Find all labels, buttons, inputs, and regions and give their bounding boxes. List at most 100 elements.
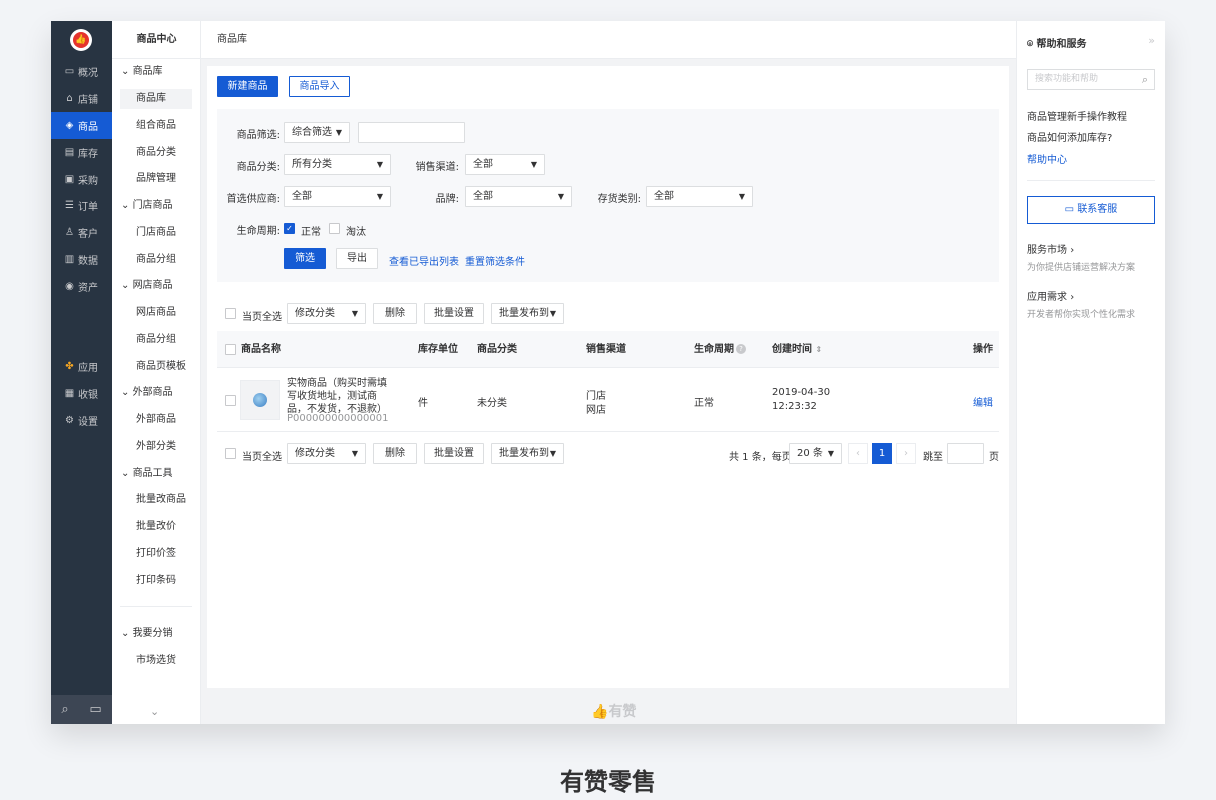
help-link-add-stock[interactable]: 商品如何添加库存? — [1027, 129, 1112, 144]
header-checkbox[interactable] — [225, 344, 236, 355]
subnav-item-external-goods[interactable]: 外部商品 — [120, 410, 192, 430]
chevron-down-icon: ⌄ — [121, 628, 133, 639]
edit-link[interactable]: 编辑 — [973, 394, 993, 409]
caret-down-icon: ▼ — [376, 160, 383, 169]
batch-publish-select[interactable]: 批量发布到 ▼ — [491, 303, 564, 324]
subnav-item-print-price-tag[interactable]: 打印价签 — [120, 544, 192, 564]
collapse-icon[interactable]: » — [1148, 34, 1155, 47]
stock-type-select[interactable]: 全部 ▼ — [646, 186, 753, 207]
sidebar-item-label: 库存 — [78, 149, 98, 160]
batch-settings-button[interactable]: 批量设置 — [424, 443, 484, 464]
subnav-item-online-goods[interactable]: 网店商品 — [120, 303, 192, 323]
new-goods-button[interactable]: 新建商品 — [217, 76, 278, 97]
batch-publish-select[interactable]: 批量发布到 ▼ — [491, 443, 564, 464]
subnav-item-goods-category[interactable]: 商品分类 — [120, 143, 192, 163]
view-exports-link[interactable]: 查看已导出列表 — [389, 253, 459, 268]
lifecycle-label: 生命周期: — [236, 226, 280, 237]
channel-select[interactable]: 全部 ▼ — [465, 154, 545, 175]
modify-category-select[interactable]: 修改分类 ▼ — [287, 303, 366, 324]
select-all-label: 当页全选 — [242, 452, 282, 463]
app-request-link[interactable]: 应用需求 › — [1027, 288, 1074, 303]
subnav-item-batch-price[interactable]: 批量改价 — [120, 517, 192, 537]
subnav-item-store-goods[interactable]: 门店商品 — [120, 223, 192, 243]
brand-logo[interactable]: 👍 — [70, 29, 92, 51]
sidebar-item-purchase[interactable]: ▣ 采购 — [51, 166, 112, 193]
sidebar-item-cashier[interactable]: ▦ 收银 — [51, 380, 112, 407]
sidebar-item-label: 商品 — [78, 122, 98, 133]
supplier-select[interactable]: 全部 ▼ — [284, 186, 391, 207]
sidebar-item-customers[interactable]: ♙ 客户 — [51, 219, 112, 246]
prev-page-button[interactable]: ‹ — [848, 443, 868, 464]
goods-filter-select[interactable]: 综合筛选 ▼ — [284, 122, 350, 143]
subnav-item-combo-goods[interactable]: 组合商品 — [120, 116, 192, 136]
divider — [1027, 180, 1155, 181]
select-all-checkbox[interactable] — [225, 448, 236, 459]
modify-category-select[interactable]: 修改分类 ▼ — [287, 443, 366, 464]
subnav-item-external-category[interactable]: 外部分类 — [120, 437, 192, 457]
sidebar-item-goods[interactable]: ◈ 商品 — [51, 112, 112, 139]
delete-button[interactable]: 删除 — [373, 303, 417, 324]
sidebar-item-data[interactable]: ▥ 数据 — [51, 246, 112, 273]
help-center-link[interactable]: 帮助中心 — [1027, 151, 1067, 166]
search-icon[interactable]: ⌕ — [61, 702, 68, 717]
sidebar-item-settings[interactable]: ⚙ 设置 — [51, 407, 112, 434]
nav-group-online-goods[interactable]: ⌄ 网店商品 — [121, 278, 173, 294]
subnav-item-goods-library[interactable]: 商品库 — [120, 89, 192, 109]
batch-settings-button[interactable]: 批量设置 — [424, 303, 484, 324]
page-1-button[interactable]: 1 — [872, 443, 892, 464]
lifecycle-obsolete-checkbox[interactable] — [329, 223, 340, 234]
import-goods-button[interactable]: 商品导入 — [289, 76, 350, 97]
product-thumbnail[interactable] — [240, 380, 280, 420]
nav-group-external-goods[interactable]: ⌄ 外部商品 — [121, 385, 173, 401]
sidebar-item-assets[interactable]: ◉ 资产 — [51, 273, 112, 300]
sidebar-item-label: 订单 — [78, 202, 98, 213]
subnav-item-store-goods-group[interactable]: 商品分组 — [120, 250, 192, 270]
row-checkbox[interactable] — [225, 395, 236, 406]
subnav-item-online-goods-group[interactable]: 商品分组 — [120, 330, 192, 350]
chat-icon: ▭ — [1064, 204, 1078, 215]
nav-group-goods-tools[interactable]: ⌄ 商品工具 — [121, 466, 173, 482]
sidebar-item-label: 概况 — [78, 68, 98, 79]
sidebar-item-shop[interactable]: ⌂ 店铺 — [51, 85, 112, 112]
select-all-checkbox[interactable] — [225, 308, 236, 319]
sidebar-item-label: 店铺 — [78, 95, 98, 106]
brand-select[interactable]: 全部 ▼ — [465, 186, 572, 207]
contact-support-button[interactable]: ▭ 联系客服 — [1027, 196, 1155, 224]
page-size-select[interactable]: 20 条 ▼ — [789, 443, 842, 464]
sidebar-item-overview[interactable]: ▭ 概况 — [51, 58, 112, 85]
nav-group-goods-library[interactable]: ⌄ 商品库 — [121, 64, 163, 80]
sidebar-item-orders[interactable]: ☰ 订单 — [51, 192, 112, 219]
subnav-item-market-selection[interactable]: 市场选货 — [120, 651, 192, 671]
export-button[interactable]: 导出 — [336, 248, 378, 269]
column-header-sortable[interactable]: 创建时间 ⇕ — [772, 331, 822, 368]
reset-filters-link[interactable]: 重置筛选条件 — [465, 253, 525, 268]
chevron-right-icon: › — [1070, 292, 1075, 303]
nav-group-distribution[interactable]: ⌄ 我要分销 — [121, 626, 173, 642]
subnav-item-page-template[interactable]: 商品页模板 — [120, 357, 192, 377]
lifecycle-normal-label: 正常 — [301, 227, 321, 238]
tag-icon: ◈ — [65, 120, 74, 131]
delete-button[interactable]: 删除 — [373, 443, 417, 464]
category-select[interactable]: 所有分类 ▼ — [284, 154, 391, 175]
goods-filter-input[interactable] — [358, 122, 465, 143]
subnav-item-brand[interactable]: 品牌管理 — [120, 169, 192, 189]
nav-group-store-goods[interactable]: ⌄ 门店商品 — [121, 198, 173, 214]
service-market-link[interactable]: 服务市场 › — [1027, 241, 1074, 256]
help-link-tutorial[interactable]: 商品管理新手操作教程 — [1027, 108, 1127, 123]
help-search-input[interactable]: 搜索功能和帮助 ⌕ — [1027, 69, 1155, 90]
page-title: 商品库 — [201, 21, 1016, 59]
product-code: P000000000000001 — [287, 413, 389, 424]
chevron-down-icon[interactable]: ⌄ — [150, 705, 159, 718]
order-icon: ☰ — [65, 200, 74, 211]
message-icon[interactable]: ▭ — [89, 702, 101, 717]
sidebar-item-apps[interactable]: ✤ 应用 — [51, 353, 112, 380]
help-icon[interactable]: ? — [736, 344, 746, 354]
caret-down-icon: ▼ — [738, 192, 745, 201]
subnav-item-print-barcode[interactable]: 打印条码 — [120, 571, 192, 591]
lifecycle-normal-checkbox[interactable]: ✓ — [284, 223, 295, 234]
subnav-item-batch-edit[interactable]: 批量改商品 — [120, 490, 192, 510]
filter-button[interactable]: 筛选 — [284, 248, 326, 269]
next-page-button[interactable]: › — [896, 443, 916, 464]
goto-page-input[interactable] — [947, 443, 984, 464]
sidebar-item-inventory[interactable]: ▤ 库存 — [51, 139, 112, 166]
